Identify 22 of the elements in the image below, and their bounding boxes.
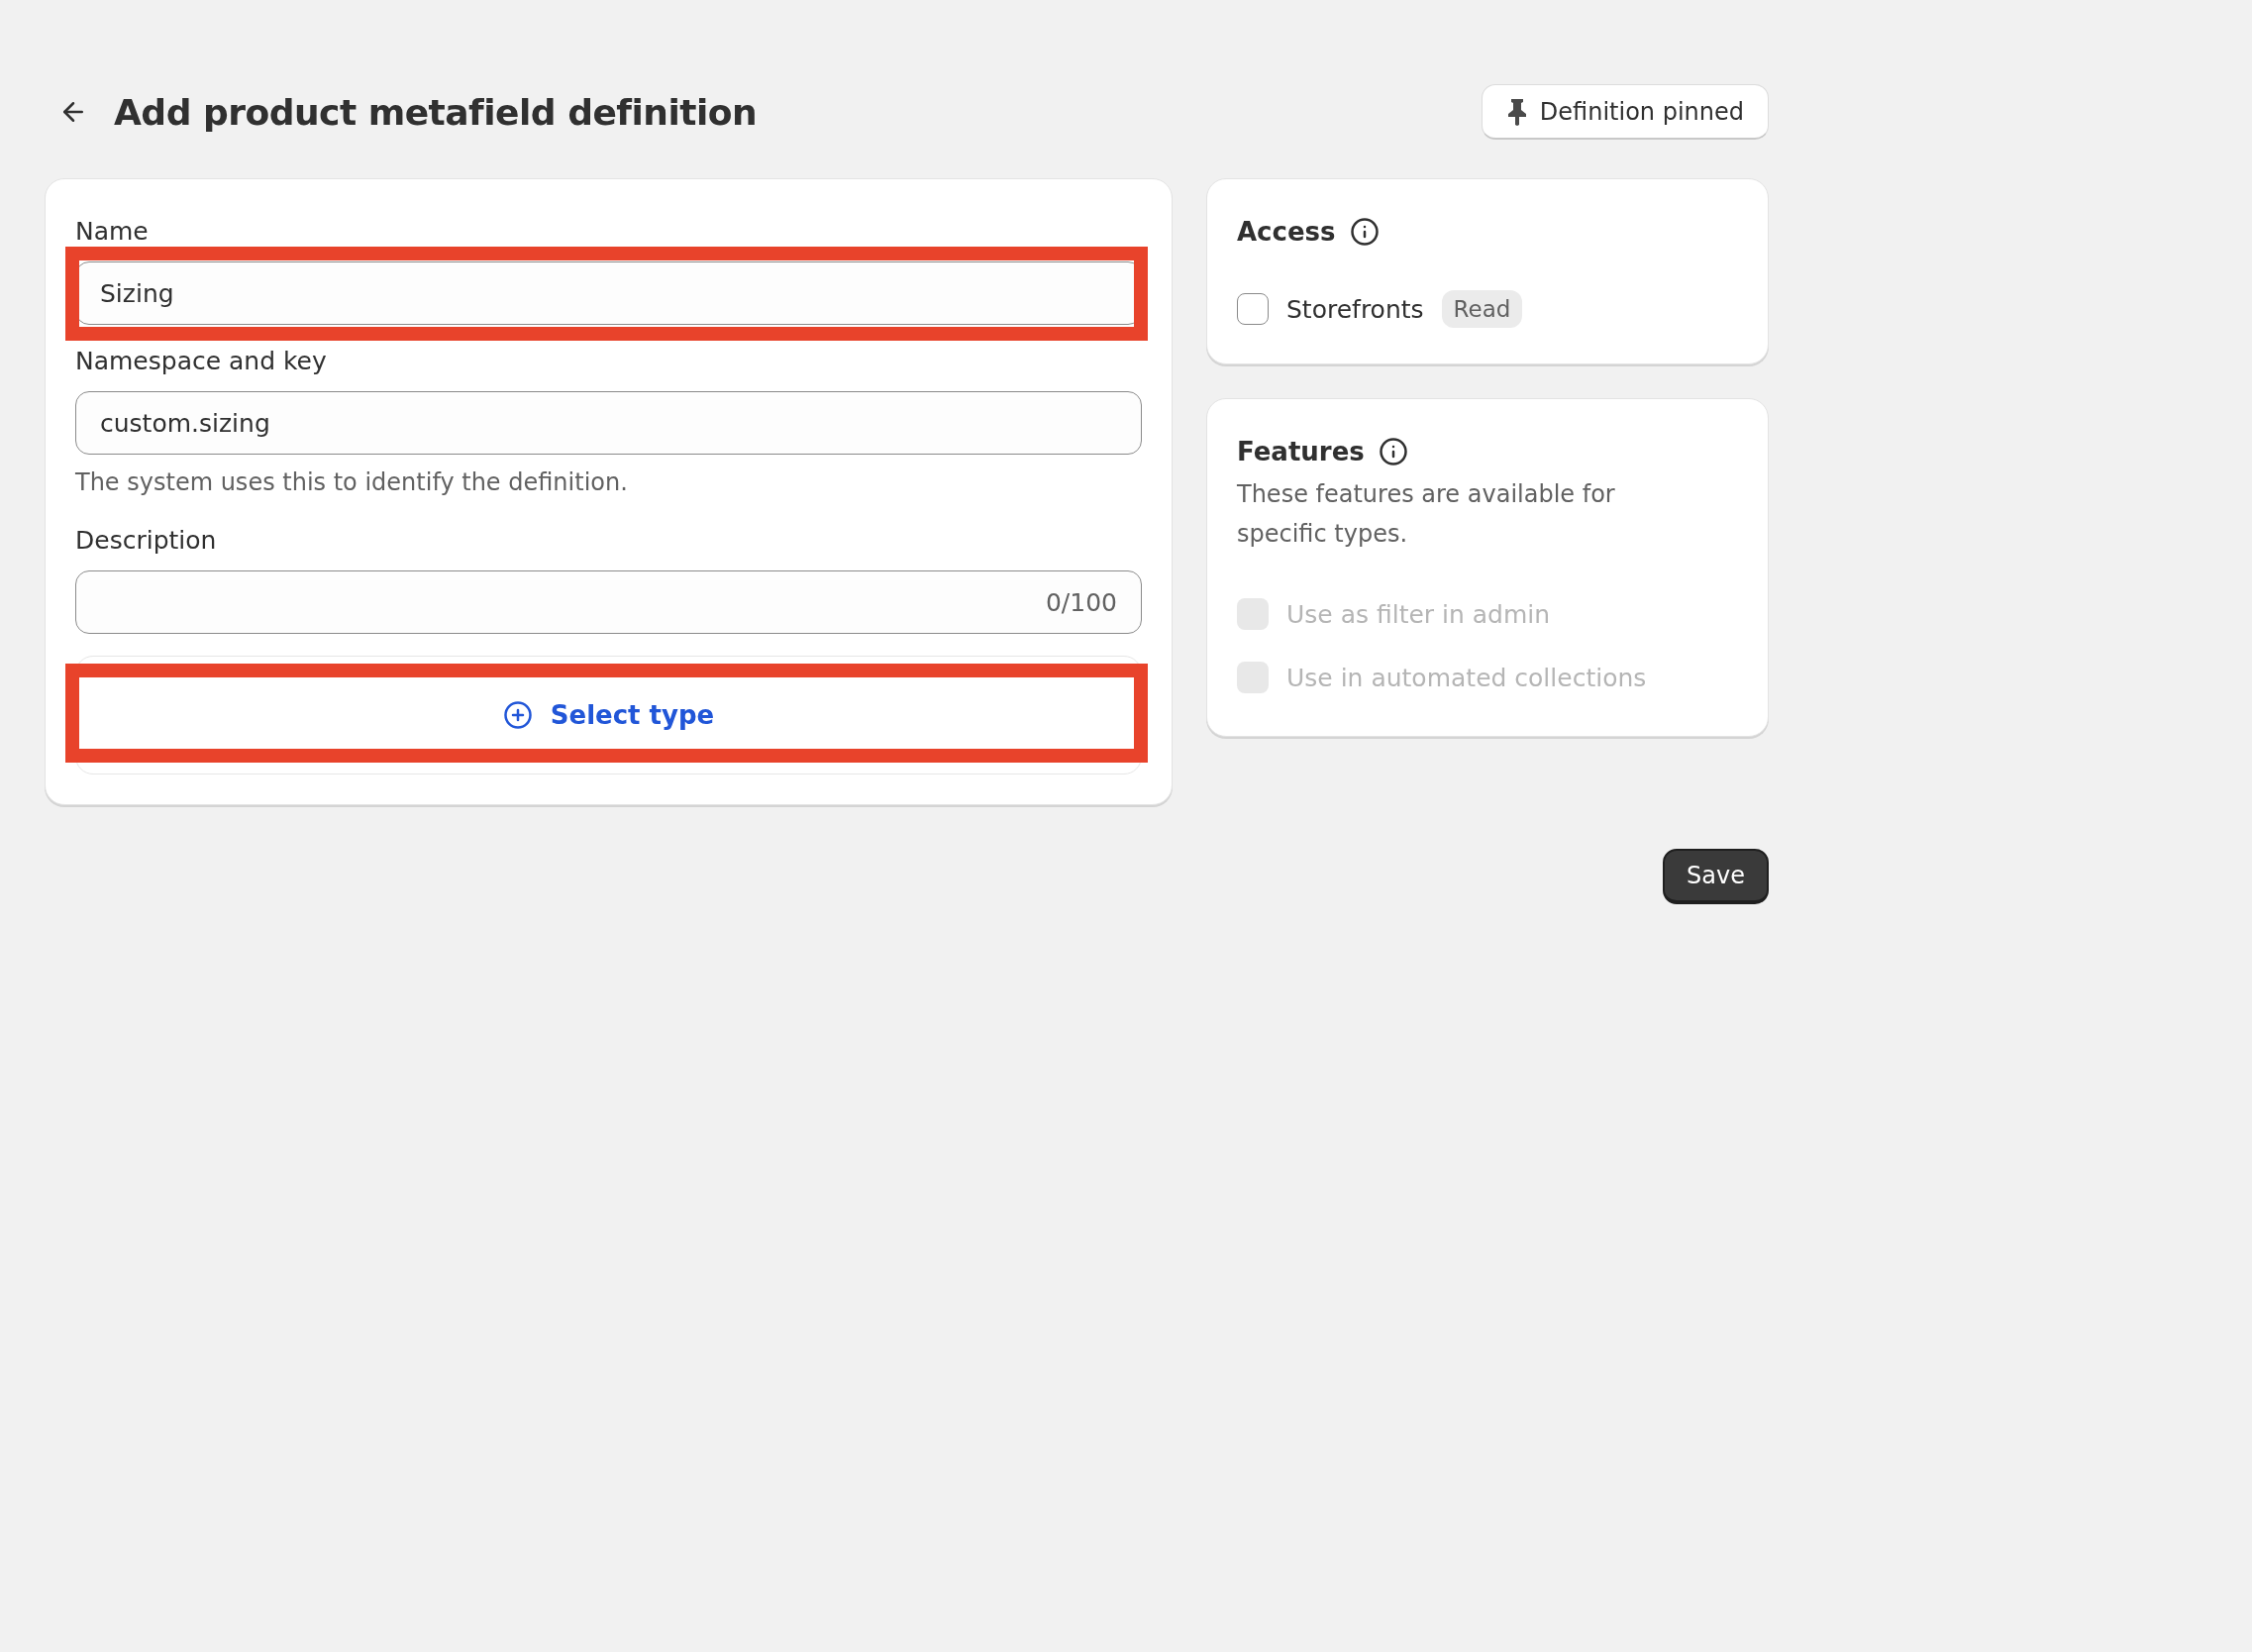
plus-circle-icon (502, 700, 533, 730)
info-icon[interactable] (1378, 437, 1408, 466)
pin-icon (1505, 97, 1528, 126)
card-title: Features (1237, 437, 1365, 466)
checkbox-label: Use in automated collections (1286, 663, 1647, 692)
input-field[interactable]: 0/100 (75, 570, 1142, 634)
checkbox-label: Storefronts (1286, 294, 1424, 324)
character-count: 0/100 (1045, 587, 1117, 617)
page-title: Add product metafield definition (114, 91, 758, 133)
access-badge: Read (1441, 290, 1523, 328)
input-field[interactable]: custom.sizing (75, 391, 1142, 455)
save-button[interactable]: Save (1663, 849, 1769, 904)
field-label: Namespace and key (75, 347, 327, 375)
checkbox-label: Use as filter in admin (1286, 599, 1551, 629)
info-icon[interactable] (1349, 217, 1380, 247)
pin-button[interactable]: Definition pinned (1481, 84, 1769, 140)
help-text: The system uses this to identify the definition. (75, 468, 629, 496)
field-label: Name (75, 217, 149, 246)
field-label: Description (75, 526, 217, 555)
card-description: These features are available for specific types. (1237, 479, 1616, 550)
checkbox[interactable] (1237, 293, 1269, 325)
card-title: Access (1237, 217, 1336, 247)
